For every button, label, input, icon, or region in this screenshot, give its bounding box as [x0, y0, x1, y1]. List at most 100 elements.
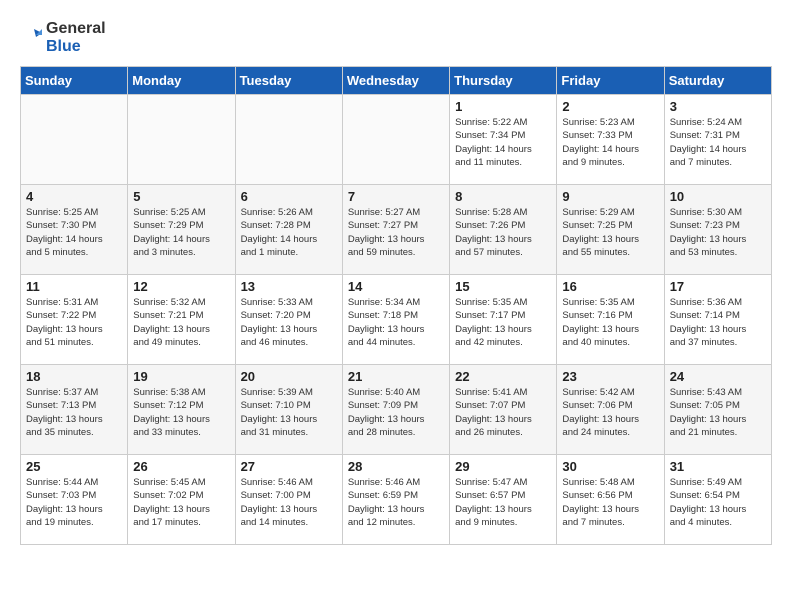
week-row-2: 4 Sunrise: 5:25 AMSunset: 7:30 PMDaylight…	[21, 185, 772, 275]
day-info: Sunrise: 5:25 AMSunset: 7:30 PMDaylight:…	[26, 206, 122, 259]
day-info: Sunrise: 5:27 AMSunset: 7:27 PMDaylight:…	[348, 206, 444, 259]
day-number: 30	[562, 459, 658, 474]
calendar-cell: 30 Sunrise: 5:48 AMSunset: 6:56 PMDayligh…	[557, 455, 664, 545]
day-number: 22	[455, 369, 551, 384]
calendar-cell: 28 Sunrise: 5:46 AMSunset: 6:59 PMDayligh…	[342, 455, 449, 545]
day-number: 13	[241, 279, 337, 294]
day-info: Sunrise: 5:40 AMSunset: 7:09 PMDaylight:…	[348, 386, 444, 439]
day-number: 25	[26, 459, 122, 474]
day-number: 8	[455, 189, 551, 204]
calendar-cell: 1Sunrise: 5:22 AMSunset: 7:34 PMDaylight…	[450, 95, 557, 185]
calendar-cell: 22 Sunrise: 5:41 AMSunset: 7:07 PMDayligh…	[450, 365, 557, 455]
weekday-header-monday: Monday	[128, 67, 235, 95]
day-info: Sunrise: 5:28 AMSunset: 7:26 PMDaylight:…	[455, 206, 551, 259]
calendar-cell: 8 Sunrise: 5:28 AMSunset: 7:26 PMDaylight…	[450, 185, 557, 275]
calendar-cell: 16 Sunrise: 5:35 AMSunset: 7:16 PMDayligh…	[557, 275, 664, 365]
day-info: Sunrise: 5:29 AMSunset: 7:25 PMDaylight:…	[562, 206, 658, 259]
weekday-header-saturday: Saturday	[664, 67, 771, 95]
day-number: 2	[562, 99, 658, 114]
calendar-cell	[128, 95, 235, 185]
calendar-cell: 3 Sunrise: 5:24 AMSunset: 7:31 PMDaylight…	[664, 95, 771, 185]
calendar-cell: 23 Sunrise: 5:42 AMSunset: 7:06 PMDayligh…	[557, 365, 664, 455]
calendar-cell: 12Sunrise: 5:32 AMSunset: 7:21 PMDayligh…	[128, 275, 235, 365]
day-number: 9	[562, 189, 658, 204]
calendar-cell	[342, 95, 449, 185]
calendar-cell: 9 Sunrise: 5:29 AMSunset: 7:25 PMDaylight…	[557, 185, 664, 275]
week-row-5: 25 Sunrise: 5:44 AMSunset: 7:03 PMDayligh…	[21, 455, 772, 545]
logo: General Blue	[20, 20, 106, 56]
page-header: General Blue	[20, 20, 772, 56]
calendar-cell: 15 Sunrise: 5:35 AMSunset: 7:17 PMDayligh…	[450, 275, 557, 365]
day-info: Sunrise: 5:22 AMSunset: 7:34 PMDaylight:…	[455, 116, 551, 169]
day-info: Sunrise: 5:34 AMSunset: 7:18 PMDaylight:…	[348, 296, 444, 349]
day-number: 19	[133, 369, 229, 384]
day-info: Sunrise: 5:33 AMSunset: 7:20 PMDaylight:…	[241, 296, 337, 349]
day-info: Sunrise: 5:37 AMSunset: 7:13 PMDaylight:…	[26, 386, 122, 439]
calendar-cell: 20Sunrise: 5:39 AMSunset: 7:10 PMDayligh…	[235, 365, 342, 455]
day-info: Sunrise: 5:46 AMSunset: 7:00 PMDaylight:…	[241, 476, 337, 529]
day-info: Sunrise: 5:26 AMSunset: 7:28 PMDaylight:…	[241, 206, 337, 259]
calendar-cell	[21, 95, 128, 185]
day-info: Sunrise: 5:36 AMSunset: 7:14 PMDaylight:…	[670, 296, 766, 349]
day-number: 18	[26, 369, 122, 384]
day-number: 21	[348, 369, 444, 384]
day-number: 15	[455, 279, 551, 294]
day-number: 31	[670, 459, 766, 474]
day-number: 24	[670, 369, 766, 384]
calendar-cell: 21 Sunrise: 5:40 AMSunset: 7:09 PMDayligh…	[342, 365, 449, 455]
logo-bird-icon	[20, 27, 42, 49]
weekday-header-friday: Friday	[557, 67, 664, 95]
day-info: Sunrise: 5:35 AMSunset: 7:16 PMDaylight:…	[562, 296, 658, 349]
day-number: 11	[26, 279, 122, 294]
day-number: 27	[241, 459, 337, 474]
day-number: 16	[562, 279, 658, 294]
day-info: Sunrise: 5:47 AMSunset: 6:57 PMDaylight:…	[455, 476, 551, 529]
day-info: Sunrise: 5:35 AMSunset: 7:17 PMDaylight:…	[455, 296, 551, 349]
weekday-header-wednesday: Wednesday	[342, 67, 449, 95]
calendar-cell: 5Sunrise: 5:25 AMSunset: 7:29 PMDaylight…	[128, 185, 235, 275]
calendar-table: SundayMondayTuesdayWednesdayThursdayFrid…	[20, 66, 772, 545]
day-number: 29	[455, 459, 551, 474]
day-number: 23	[562, 369, 658, 384]
calendar-cell: 7 Sunrise: 5:27 AMSunset: 7:27 PMDaylight…	[342, 185, 449, 275]
calendar-cell: 13 Sunrise: 5:33 AMSunset: 7:20 PMDayligh…	[235, 275, 342, 365]
day-number: 7	[348, 189, 444, 204]
calendar-cell: 26 Sunrise: 5:45 AMSunset: 7:02 PMDayligh…	[128, 455, 235, 545]
week-row-1: 1Sunrise: 5:22 AMSunset: 7:34 PMDaylight…	[21, 95, 772, 185]
calendar-cell: 4 Sunrise: 5:25 AMSunset: 7:30 PMDaylight…	[21, 185, 128, 275]
calendar-cell: 19 Sunrise: 5:38 AMSunset: 7:12 PMDayligh…	[128, 365, 235, 455]
day-info: Sunrise: 5:46 AMSunset: 6:59 PMDaylight:…	[348, 476, 444, 529]
day-info: Sunrise: 5:44 AMSunset: 7:03 PMDaylight:…	[26, 476, 122, 529]
calendar-cell: 31Sunrise: 5:49 AMSunset: 6:54 PMDayligh…	[664, 455, 771, 545]
day-info: Sunrise: 5:42 AMSunset: 7:06 PMDaylight:…	[562, 386, 658, 439]
day-info: Sunrise: 5:45 AMSunset: 7:02 PMDaylight:…	[133, 476, 229, 529]
logo-text-general: General	[46, 20, 106, 37]
day-info: Sunrise: 5:25 AMSunset: 7:29 PMDaylight:…	[133, 206, 229, 259]
day-number: 6	[241, 189, 337, 204]
week-row-4: 18 Sunrise: 5:37 AMSunset: 7:13 PMDayligh…	[21, 365, 772, 455]
day-info: Sunrise: 5:39 AMSunset: 7:10 PMDaylight:…	[241, 386, 337, 439]
day-info: Sunrise: 5:30 AMSunset: 7:23 PMDaylight:…	[670, 206, 766, 259]
calendar-cell: 27 Sunrise: 5:46 AMSunset: 7:00 PMDayligh…	[235, 455, 342, 545]
day-number: 14	[348, 279, 444, 294]
weekday-header-sunday: Sunday	[21, 67, 128, 95]
day-info: Sunrise: 5:38 AMSunset: 7:12 PMDaylight:…	[133, 386, 229, 439]
day-info: Sunrise: 5:31 AMSunset: 7:22 PMDaylight:…	[26, 296, 122, 349]
calendar-cell: 10Sunrise: 5:30 AMSunset: 7:23 PMDayligh…	[664, 185, 771, 275]
calendar-cell: 18 Sunrise: 5:37 AMSunset: 7:13 PMDayligh…	[21, 365, 128, 455]
day-info: Sunrise: 5:43 AMSunset: 7:05 PMDaylight:…	[670, 386, 766, 439]
week-row-3: 11 Sunrise: 5:31 AMSunset: 7:22 PMDayligh…	[21, 275, 772, 365]
calendar-cell	[235, 95, 342, 185]
day-number: 3	[670, 99, 766, 114]
day-number: 28	[348, 459, 444, 474]
calendar-cell: 2Sunrise: 5:23 AMSunset: 7:33 PMDaylight…	[557, 95, 664, 185]
day-info: Sunrise: 5:32 AMSunset: 7:21 PMDaylight:…	[133, 296, 229, 349]
logo-text-blue: Blue	[46, 38, 81, 55]
day-info: Sunrise: 5:24 AMSunset: 7:31 PMDaylight:…	[670, 116, 766, 169]
day-number: 26	[133, 459, 229, 474]
day-info: Sunrise: 5:48 AMSunset: 6:56 PMDaylight:…	[562, 476, 658, 529]
day-info: Sunrise: 5:41 AMSunset: 7:07 PMDaylight:…	[455, 386, 551, 439]
calendar-cell: 6 Sunrise: 5:26 AMSunset: 7:28 PMDaylight…	[235, 185, 342, 275]
calendar-cell: 25 Sunrise: 5:44 AMSunset: 7:03 PMDayligh…	[21, 455, 128, 545]
day-number: 4	[26, 189, 122, 204]
